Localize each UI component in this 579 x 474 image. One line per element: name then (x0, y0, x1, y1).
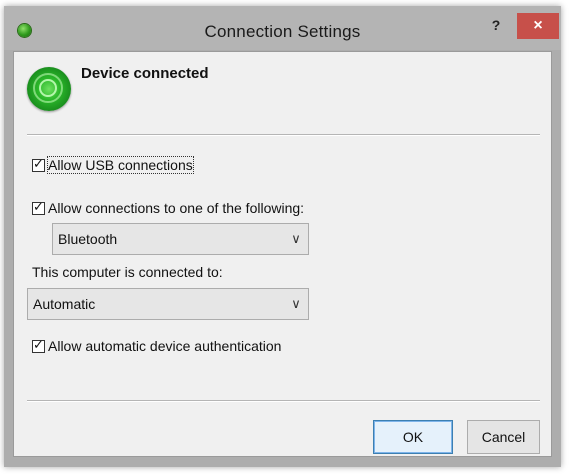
chevron-down-icon: ∨ (291, 296, 301, 312)
checkbox-checked-icon (32, 157, 45, 172)
device-connected-icon (27, 67, 71, 111)
auto-auth-label: Allow automatic device authentication (48, 338, 282, 354)
window-title: Connection Settings (204, 22, 361, 41)
allow-usb-checkbox[interactable]: Allow USB connections (32, 156, 194, 174)
close-button[interactable]: × (517, 13, 559, 39)
separator (27, 400, 540, 402)
cancel-button[interactable]: Cancel (467, 420, 540, 454)
auto-auth-checkbox[interactable]: Allow automatic device authentication (32, 337, 281, 355)
connected-to-label: This computer is connected to: (32, 264, 223, 280)
dialog-window: Connection Settings ? × Device connected… (4, 6, 561, 467)
connection-select[interactable]: Automatic ∨ (27, 288, 309, 320)
protocol-select[interactable]: Bluetooth ∨ (52, 223, 309, 255)
allow-following-label: Allow connections to one of the followin… (48, 200, 305, 216)
ok-button[interactable]: OK (373, 420, 453, 454)
title-bar[interactable]: Connection Settings ? × (4, 6, 561, 50)
connection-select-value: Automatic (33, 296, 96, 312)
chevron-down-icon: ∨ (291, 231, 301, 247)
dialog-content: Device connected Allow USB connections A… (13, 51, 552, 457)
checkbox-checked-icon (32, 200, 45, 215)
checkbox-checked-icon (32, 338, 45, 353)
status-text: Device connected (81, 65, 209, 82)
help-button[interactable]: ? (485, 14, 507, 36)
separator (27, 134, 540, 136)
protocol-select-value: Bluetooth (58, 231, 118, 247)
allow-following-checkbox[interactable]: Allow connections to one of the followin… (32, 199, 304, 217)
allow-usb-label: Allow USB connections (47, 156, 194, 174)
